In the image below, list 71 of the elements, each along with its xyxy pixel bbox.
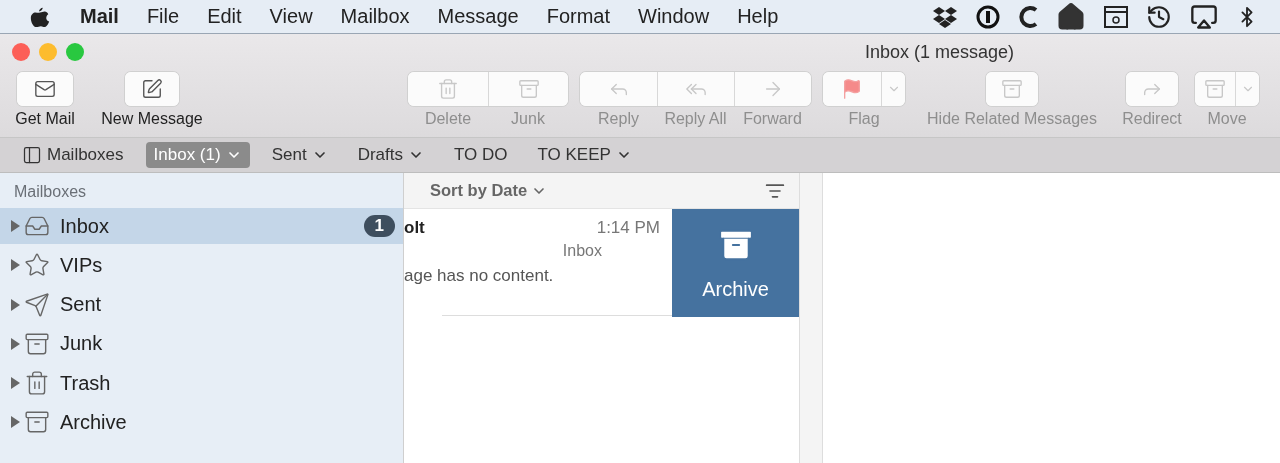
menu-item[interactable]: Help: [737, 5, 779, 28]
tray-icon: [517, 78, 540, 100]
toolbar-label: Get Mail: [14, 110, 76, 128]
mailbox-label: VIPs: [60, 253, 103, 277]
message-preview: age has no content.: [404, 266, 554, 286]
airplay-icon[interactable]: [1190, 2, 1218, 31]
paper-plane-icon: [24, 291, 50, 318]
menu-item[interactable]: View: [269, 5, 313, 28]
toolbar-label: Reply All: [663, 110, 728, 128]
mailbox-label: Archive: [60, 411, 127, 434]
menu-item[interactable]: Mailbox: [340, 5, 410, 28]
trash-icon: [24, 370, 50, 397]
envelope-icon: [34, 78, 56, 100]
unread-count: 1: [363, 215, 395, 237]
app-menu[interactable]: Mail: [80, 5, 119, 28]
archive-swipe-button[interactable]: Archive: [672, 209, 799, 317]
disclosure-triangle-icon[interactable]: [10, 377, 20, 390]
sidebar-icon: [22, 145, 42, 165]
mailbox-label: Sent: [60, 293, 102, 317]
favorites-item[interactable]: TO DO: [445, 142, 516, 168]
disclosure-triangle-icon[interactable]: [10, 337, 20, 350]
menu-item[interactable]: Edit: [207, 5, 242, 28]
message-time: 1:14 PM: [596, 218, 660, 238]
history-icon[interactable]: [1146, 3, 1172, 30]
trash-icon: [437, 78, 459, 100]
close-button[interactable]: [12, 43, 30, 61]
toolbar-label: Redirect: [1121, 110, 1183, 128]
message-sender: olt: [404, 218, 425, 238]
favorites-item[interactable]: Sent: [263, 142, 336, 168]
disclosure-triangle-icon[interactable]: [10, 220, 20, 232]
mailbox-label: Trash: [60, 371, 111, 395]
toolbar-label: Reply: [597, 110, 640, 128]
sidebar-item[interactable]: Junk: [0, 325, 403, 362]
disclosure-triangle-icon[interactable]: [10, 259, 20, 272]
sidebar-item[interactable]: VIPs: [0, 247, 403, 284]
sidebar-item[interactable]: Trash: [0, 365, 403, 402]
toolbar-label: Forward: [742, 110, 803, 128]
favorites-item[interactable]: TO KEEP: [529, 142, 640, 168]
toolbar-label: Hide Related Messages: [926, 110, 1098, 128]
flag-icon: [841, 78, 863, 100]
menu-item[interactable]: Format: [546, 5, 611, 28]
tray-icon: [1204, 78, 1226, 100]
toolbar-label: Junk: [510, 110, 546, 128]
apple-icon[interactable]: [30, 5, 50, 28]
window-title: Inbox (1 message): [865, 41, 1015, 63]
star-icon: [24, 252, 50, 279]
sidebar-item[interactable]: Archive: [0, 404, 403, 441]
favorites-item[interactable]: Drafts: [349, 142, 432, 168]
toolbar-label: New Message: [100, 110, 204, 128]
toolbar-label: Flag: [847, 110, 881, 128]
arc-icon[interactable]: [1018, 4, 1038, 29]
toolbar-label: Delete: [423, 110, 473, 128]
toolbar-button[interactable]: [17, 72, 73, 106]
disclosure-triangle-icon[interactable]: [10, 416, 20, 429]
mailbox-label: Junk: [60, 332, 103, 356]
sidebar-heading: Mailboxes: [13, 183, 88, 202]
menu-item[interactable]: Message: [437, 5, 519, 28]
diamonds-icon[interactable]: [932, 5, 958, 28]
favorites-item[interactable]: Mailboxes: [14, 142, 132, 168]
toolbar-button[interactable]: [125, 72, 179, 106]
compose-icon: [141, 78, 163, 100]
house-icon[interactable]: [1056, 1, 1086, 32]
sort-button[interactable]: Sort by Date: [430, 181, 548, 200]
sidebar-item[interactable]: Inbox 1: [0, 208, 403, 244]
message-mailbox: Inbox: [562, 242, 602, 260]
sidebar-item[interactable]: Sent: [0, 286, 403, 323]
menu-item[interactable]: Window: [638, 5, 710, 28]
menu-item[interactable]: File: [146, 5, 180, 28]
disclosure-triangle-icon[interactable]: [10, 298, 20, 311]
mailbox-label: Inbox: [60, 214, 109, 238]
toolbar-label: Move: [1206, 110, 1248, 128]
